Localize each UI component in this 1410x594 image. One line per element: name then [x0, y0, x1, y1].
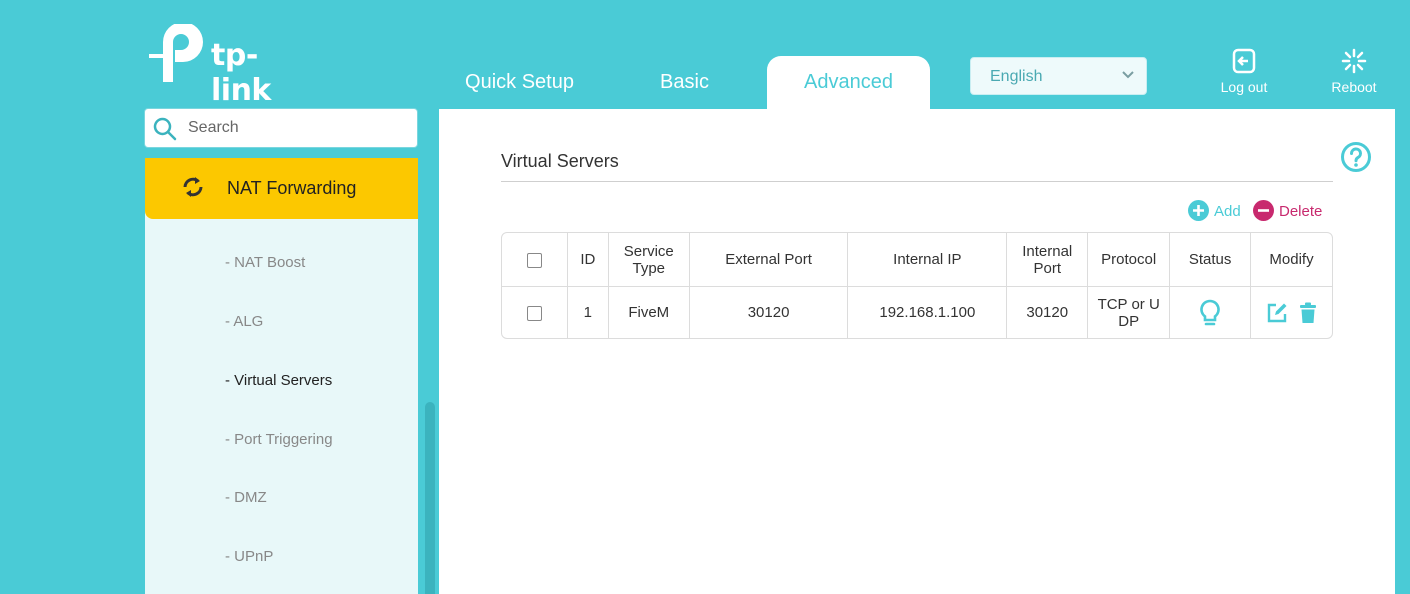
search-icon[interactable] [152, 116, 178, 142]
sidebar-section-label: NAT Forwarding [227, 178, 357, 198]
sidebar-section-nat-forwarding[interactable]: NAT Forwarding [145, 158, 418, 219]
tab-basic[interactable]: Basic [603, 56, 766, 109]
search-box [144, 108, 418, 148]
cell-modify [1251, 287, 1332, 338]
sidebar-item-port-triggering[interactable]: - Port Triggering [225, 431, 333, 448]
select-all-column [502, 233, 568, 287]
column-header-internal-ip: Internal IP [848, 233, 1008, 287]
cell-service-type: FiveM [609, 287, 690, 338]
cell-status [1170, 287, 1252, 338]
cell-protocol: TCP or UDP [1088, 287, 1171, 338]
column-header-external-port: External Port [689, 233, 849, 287]
nat-forwarding-icon [183, 177, 203, 197]
tp-link-logo: tp-link [145, 22, 315, 108]
logout-label: Log out [1220, 79, 1268, 95]
reboot-button[interactable]: Reboot [1319, 48, 1389, 95]
page-title: Virtual Servers [501, 151, 619, 171]
column-header-protocol: Protocol [1088, 233, 1171, 287]
column-header-status: Status [1170, 233, 1252, 287]
cell-id: 1 [568, 287, 609, 338]
edit-icon[interactable] [1266, 302, 1288, 324]
chevron-down-icon [1122, 71, 1134, 79]
trash-icon[interactable] [1299, 302, 1317, 324]
row-select-cell [502, 287, 568, 338]
logout-icon [1232, 48, 1256, 74]
tab-advanced[interactable]: Advanced [767, 56, 930, 109]
reboot-icon [1341, 48, 1367, 74]
brand-name: tp-link [211, 38, 271, 108]
table-row: 1 FiveM 30120 192.168.1.100 30120 TCP or… [502, 287, 1332, 338]
cell-internal-ip: 192.168.1.100 [848, 287, 1008, 338]
row-checkbox[interactable] [526, 305, 542, 321]
cell-external-port: 30120 [690, 287, 849, 338]
language-select-value: English [990, 68, 1043, 85]
lightbulb-icon[interactable] [1199, 299, 1221, 327]
delete-label: Delete [1279, 203, 1323, 220]
search-input[interactable] [188, 117, 408, 139]
column-header-service-type: Service Type [608, 233, 690, 287]
help-icon[interactable] [1340, 141, 1372, 173]
column-header-modify: Modify [1251, 233, 1332, 287]
sidebar-item-nat-boost[interactable]: - NAT Boost [225, 254, 305, 271]
reboot-label: Reboot [1331, 79, 1377, 95]
sidebar-item-alg[interactable]: - ALG [225, 313, 263, 330]
add-icon [1188, 200, 1209, 221]
delete-button[interactable]: Delete [1253, 200, 1325, 222]
sidebar-item-dmz[interactable]: - DMZ [225, 489, 267, 506]
tp-link-logo-icon [149, 22, 203, 82]
minus-icon [1253, 200, 1274, 221]
add-button[interactable]: Add [1188, 200, 1248, 222]
language-select[interactable]: English [970, 57, 1147, 95]
column-header-internal-port: Internal Port [1007, 233, 1089, 287]
cell-internal-port: 30120 [1007, 287, 1089, 338]
table-header-row: ID Service Type External Port Internal I… [502, 233, 1332, 287]
title-divider [501, 181, 1333, 182]
sidebar-item-upnp[interactable]: - UPnP [225, 548, 273, 565]
select-all-checkbox[interactable] [526, 252, 542, 268]
add-label: Add [1214, 203, 1241, 220]
sidebar: NAT Forwarding - NAT Boost - ALG - Virtu… [145, 158, 418, 594]
virtual-servers-table: ID Service Type External Port Internal I… [501, 232, 1333, 339]
tab-quick-setup[interactable]: Quick Setup [438, 56, 601, 109]
logout-button[interactable]: Log out [1209, 48, 1279, 95]
sidebar-scrollbar[interactable] [425, 402, 435, 594]
column-header-id: ID [567, 233, 609, 287]
sidebar-item-virtual-servers[interactable]: - Virtual Servers [225, 372, 332, 389]
